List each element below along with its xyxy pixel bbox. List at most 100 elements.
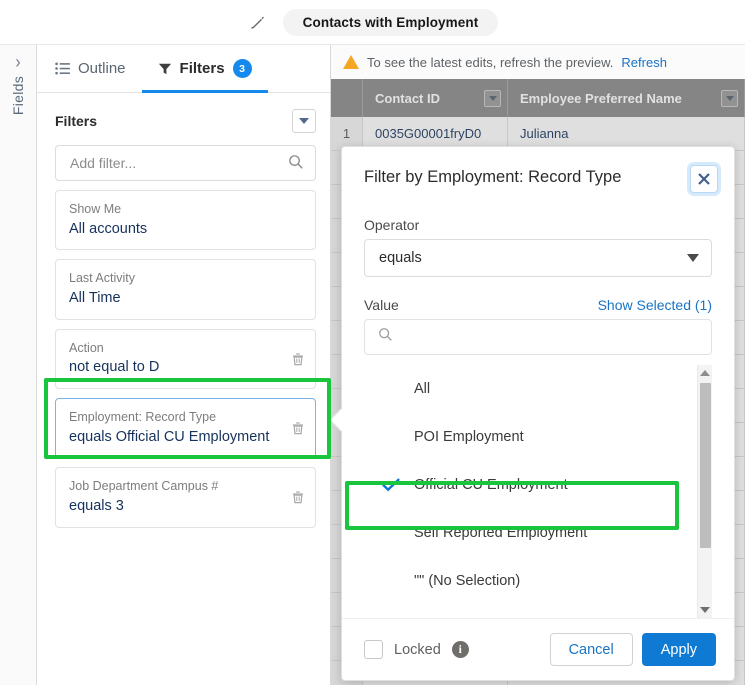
trash-icon[interactable] xyxy=(290,351,306,367)
caret-down-icon xyxy=(687,254,699,262)
check-icon xyxy=(382,476,400,494)
filters-panel: Outline Filters 3 Filters Add filter... xyxy=(37,45,331,685)
top-bar-inner: Contacts with Employment xyxy=(247,8,499,36)
apply-button[interactable]: Apply xyxy=(641,633,716,666)
operator-label: Operator xyxy=(364,217,420,233)
option-label: POI Employment xyxy=(414,429,524,445)
locked-label: Locked xyxy=(394,641,441,658)
top-bar: Contacts with Employment xyxy=(0,0,745,45)
fields-rail-label[interactable]: Fields xyxy=(10,76,26,115)
value-search-input[interactable] xyxy=(403,329,701,345)
modal-title: Filter by Employment: Record Type xyxy=(364,168,622,186)
funnel-icon xyxy=(158,62,172,76)
option-no-selection[interactable]: "" (No Selection) xyxy=(364,557,697,605)
filter-label: Show Me xyxy=(69,202,122,216)
list-outline-icon xyxy=(55,62,70,75)
option-label: Official CU Employment xyxy=(414,477,568,493)
options-scrollbar[interactable] xyxy=(697,365,712,618)
filter-list: Show Me All accounts Last Activity All T… xyxy=(37,181,330,528)
option-label: Self Reported Employment xyxy=(414,525,588,541)
filter-label: Last Activity xyxy=(69,271,135,286)
grid-header-rownum xyxy=(331,79,363,117)
pencil-icon[interactable] xyxy=(247,11,269,33)
panel-tabs: Outline Filters 3 xyxy=(37,45,330,93)
modal-footer: Locked i Cancel Apply xyxy=(342,618,734,680)
fields-rail: › Fields xyxy=(0,45,37,685)
tab-filters-label: Filters xyxy=(179,60,225,77)
filter-card-show-me[interactable]: Show Me All accounts xyxy=(55,190,316,251)
caret-down-icon xyxy=(299,118,309,124)
tab-outline-label: Outline xyxy=(78,60,126,77)
tab-outline[interactable]: Outline xyxy=(37,45,142,92)
filters-section-title: Filters xyxy=(55,113,98,129)
chevron-right-icon[interactable]: › xyxy=(16,53,21,72)
filter-value: All Time xyxy=(69,290,121,307)
value-options-wrap: All POI Employment Official CU Employmen… xyxy=(364,365,712,618)
caret-down-icon xyxy=(700,607,710,613)
scroll-down-button[interactable] xyxy=(700,602,710,618)
refresh-link[interactable]: Refresh xyxy=(621,55,667,70)
filter-label: Job Department Campus # xyxy=(69,479,219,494)
caret-down-icon[interactable] xyxy=(721,89,738,107)
show-selected-link[interactable]: Show Selected (1) xyxy=(598,297,712,313)
value-label: Value xyxy=(364,297,399,313)
check-placeholder xyxy=(382,524,400,542)
check-placeholder xyxy=(382,380,400,398)
trash-icon[interactable] xyxy=(290,420,306,436)
warning-triangle-icon xyxy=(343,55,359,69)
modal-header: Filter by Employment: Record Type xyxy=(342,147,734,193)
filter-card-employment-record-type[interactable]: Employment: Record Type equals Official … xyxy=(55,397,316,459)
filter-value: equals Official CU Employment xyxy=(69,428,270,445)
filter-card-last-activity[interactable]: Last Activity All Time xyxy=(55,259,316,320)
filters-count-badge: 3 xyxy=(232,59,252,78)
filter-value: All accounts xyxy=(69,220,148,237)
value-row: Value Show Selected (1) xyxy=(364,297,712,313)
filters-section-header: Filters xyxy=(37,93,330,145)
grid-header-contact-id[interactable]: Contact ID xyxy=(363,79,508,117)
locked-checkbox[interactable] xyxy=(364,640,383,659)
option-self-reported-employment[interactable]: Self Reported Employment xyxy=(364,509,697,557)
option-all[interactable]: All xyxy=(364,365,697,413)
option-label: "" (No Selection) xyxy=(414,573,521,589)
filter-editor-modal: Filter by Employment: Record Type Operat… xyxy=(329,146,735,681)
operator-value: equals xyxy=(379,250,422,266)
report-title-chip[interactable]: Contacts with Employment xyxy=(282,8,499,36)
add-filter-input[interactable]: Add filter... xyxy=(55,145,316,181)
caret-up-icon xyxy=(700,370,710,376)
footer-buttons: Cancel Apply xyxy=(549,633,716,666)
filter-label: Action xyxy=(69,340,104,355)
option-label: All xyxy=(414,381,431,397)
value-search-box[interactable] xyxy=(364,319,712,355)
scrollbar-thumb[interactable] xyxy=(699,383,711,548)
filter-label: Employment: Record Type xyxy=(69,409,217,424)
filter-value: not equal to D xyxy=(69,359,160,376)
locked-group: Locked i xyxy=(364,640,469,659)
scroll-up-button[interactable] xyxy=(700,365,710,381)
caret-down-icon[interactable] xyxy=(484,89,501,107)
info-icon[interactable]: i xyxy=(451,641,469,658)
search-icon xyxy=(378,327,393,347)
report-builder-screen: Contacts with Employment › Fields Outlin… xyxy=(0,0,745,685)
check-placeholder xyxy=(382,572,400,590)
grid-header-row: Contact ID Employee Preferred Name xyxy=(331,79,745,117)
option-official-cu-employment[interactable]: Official CU Employment xyxy=(364,461,697,509)
trash-icon[interactable] xyxy=(290,489,306,505)
search-icon xyxy=(288,154,304,173)
add-filter-placeholder: Add filter... xyxy=(70,155,137,171)
option-poi-employment[interactable]: POI Employment xyxy=(364,413,697,461)
filters-section-menu-button[interactable] xyxy=(292,109,316,133)
filter-card-action[interactable]: Action not equal to D xyxy=(55,328,316,389)
grid-header-employee-preferred-name[interactable]: Employee Preferred Name xyxy=(508,79,745,117)
cancel-button[interactable]: Cancel xyxy=(549,633,633,666)
modal-body: Operator equals Value Show Selected (1) xyxy=(342,193,734,618)
value-options-list: All POI Employment Official CU Employmen… xyxy=(364,365,697,618)
refresh-notice-text: To see the latest edits, refresh the pre… xyxy=(367,54,614,70)
operator-select[interactable]: equals xyxy=(364,239,712,277)
filter-card-job-department-campus[interactable]: Job Department Campus # equals 3 xyxy=(55,467,316,528)
grid-header-label: Employee Preferred Name xyxy=(520,90,682,106)
check-placeholder xyxy=(382,428,400,446)
tab-filters[interactable]: Filters 3 xyxy=(141,45,268,93)
close-icon[interactable] xyxy=(690,165,718,193)
refresh-notice-bar: To see the latest edits, refresh the pre… xyxy=(331,45,745,79)
filter-value: equals 3 xyxy=(69,498,124,515)
